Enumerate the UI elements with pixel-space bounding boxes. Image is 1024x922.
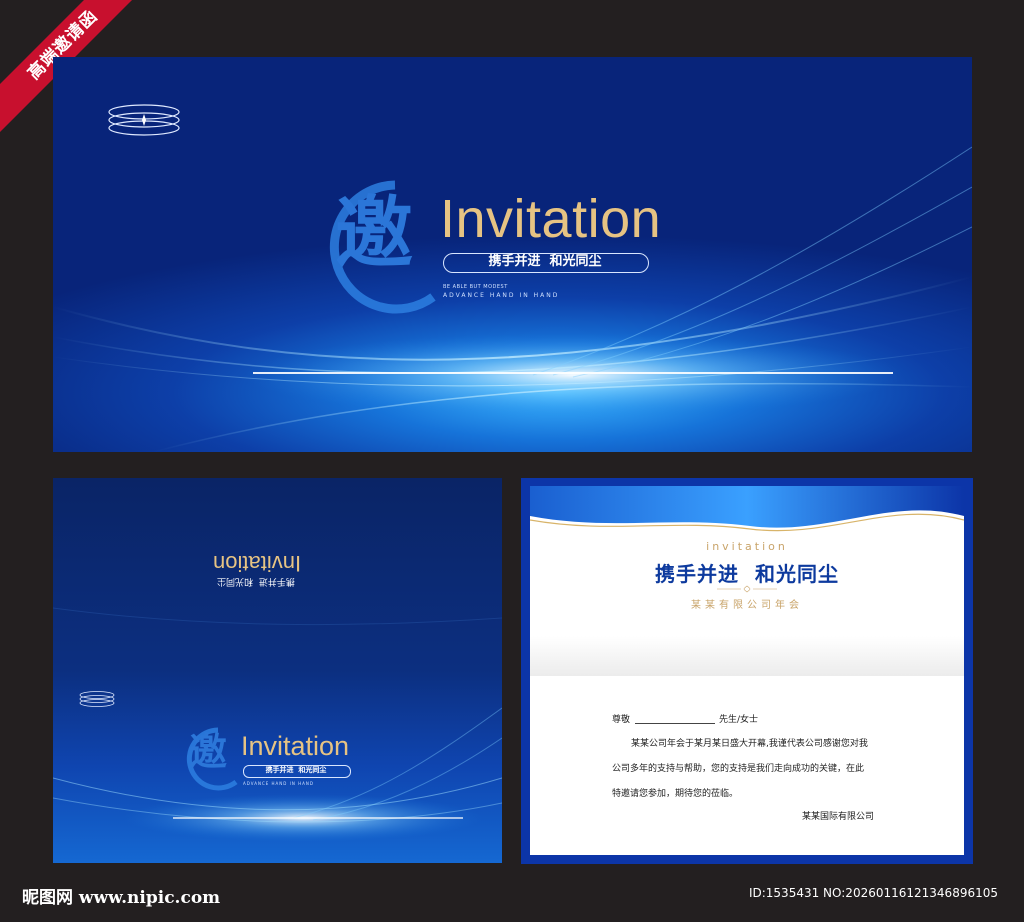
back-subtitle: ADVANCE HAND IN HAND [243, 781, 314, 786]
rings-logo-icon [108, 104, 180, 136]
cover-subtitle-2: ADVANCE HAND IN HAND [443, 292, 560, 299]
letter-body-line-1: 某某公司年会于某月某日盛大开幕,我谨代表公司感谢您对我 [631, 739, 868, 749]
letter-body-line-2: 公司多年的支持与帮助，您的支持是我们走向成功的关键，在此 [612, 764, 865, 774]
back-title: Invitation [241, 731, 350, 761]
letter-signature: 某某国际有限公司 [802, 812, 875, 822]
back-panel: Invitation 携手并进 和光同尘 邀 Invitation 携手并进 和… [53, 478, 502, 863]
back-mirrored-title: Invitation [213, 551, 302, 576]
cover-title: Invitation [440, 189, 662, 249]
back-light-streaks [53, 607, 502, 842]
seal-character: 邀 [335, 189, 414, 279]
back-mirrored-slogan: 携手并进 和光同尘 [217, 576, 295, 586]
letter-greyband [530, 636, 964, 676]
letter-greeting-suffix: 先生/女士 [719, 715, 759, 725]
letter-wave-header [530, 486, 964, 532]
letter-name-blank [635, 723, 715, 724]
ornament-divider-icon [717, 585, 777, 593]
cover-panel: 邀 Invitation 携手并进 和光同尘 BE ABLE BUT MODES… [53, 57, 972, 452]
letter-greeting-prefix: 尊敬 [612, 715, 631, 725]
back-rings-logo-icon [79, 691, 115, 707]
image-id: ID:1535431 NO:20260116121346896105 [748, 886, 998, 900]
cover-slogan: 携手并进 和光同尘 [488, 254, 602, 269]
letter-sheet: invitation 携手并进 和光同尘 某某有限公司年会 尊敬 先生/女士 某… [530, 486, 964, 855]
back-seal-character: 邀 [189, 730, 228, 774]
letter-header-en: invitation [706, 540, 788, 553]
letter-title: 携手并进 和光同尘 [655, 562, 839, 586]
letter-subtitle: 某某有限公司年会 [691, 600, 803, 611]
site-watermark: 昵图网 www.nipic.com [22, 888, 221, 908]
letter-body-line-3: 特邀请您参加，期待您的莅临。 [612, 789, 739, 799]
cover-subtitle-1: BE ABLE BUT MODEST [443, 284, 508, 290]
letter-panel: invitation 携手并进 和光同尘 某某有限公司年会 尊敬 先生/女士 某… [521, 478, 973, 864]
back-slogan: 携手并进 和光同尘 [265, 766, 327, 774]
